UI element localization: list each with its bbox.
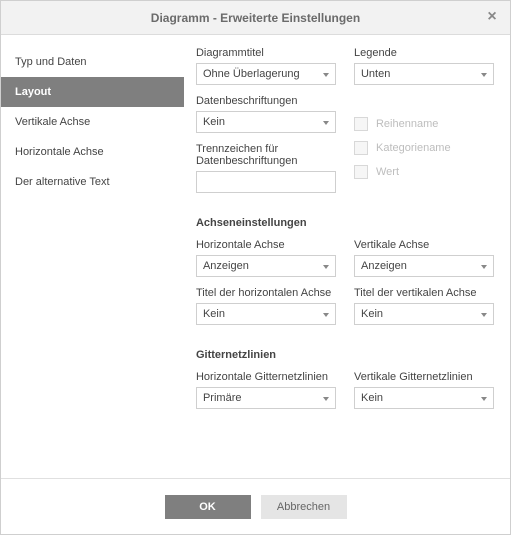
data-labels-value: Kein	[203, 116, 225, 128]
cancel-button[interactable]: Abbrechen	[261, 495, 347, 519]
chart-title-value: Ohne Überlagerung	[203, 68, 300, 80]
checkbox-series-name-label: Reihenname	[376, 118, 438, 130]
h-axis-title-value: Kein	[203, 308, 225, 320]
v-grid-label: Vertikale Gitternetzlinien	[354, 371, 494, 383]
checkbox-value: Wert	[354, 165, 494, 179]
v-axis-title-value: Kein	[361, 308, 383, 320]
separator-input[interactable]	[196, 171, 336, 193]
h-grid-value: Primäre	[203, 392, 242, 404]
sidebar-item-type-data[interactable]: Typ und Daten	[1, 47, 184, 77]
checkbox-icon	[354, 117, 368, 131]
axis-section-title: Achseneinstellungen	[196, 217, 494, 229]
ok-button[interactable]: OK	[165, 495, 251, 519]
h-axis-value: Anzeigen	[203, 260, 249, 272]
legend-label: Legende	[354, 47, 494, 59]
data-labels-select[interactable]: Kein	[196, 111, 336, 133]
dialog-title: Diagramm - Erweiterte Einstellungen	[151, 11, 360, 25]
close-icon[interactable]: ×	[482, 7, 502, 27]
legend-select[interactable]: Unten	[354, 63, 494, 85]
dialog-body: Typ und Daten Layout Vertikale Achse Hor…	[1, 35, 510, 478]
sidebar-item-vertical-axis[interactable]: Vertikale Achse	[1, 107, 184, 137]
sidebar-item-layout[interactable]: Layout	[1, 77, 184, 107]
checkbox-value-label: Wert	[376, 166, 399, 178]
sidebar-item-alt-text[interactable]: Der alternative Text	[1, 167, 184, 197]
data-labels-label: Datenbeschriftungen	[196, 95, 336, 107]
v-axis-value: Anzeigen	[361, 260, 407, 272]
h-axis-select[interactable]: Anzeigen	[196, 255, 336, 277]
v-axis-label: Vertikale Achse	[354, 239, 494, 251]
content-panel: Diagrammtitel Ohne Überlagerung Legende …	[184, 35, 510, 478]
checkbox-category-name-label: Kategoriename	[376, 142, 451, 154]
h-axis-title-label: Titel der horizontalen Achse	[196, 287, 336, 299]
separator-label: Trennzeichen für Datenbeschriftungen	[196, 143, 336, 167]
checkbox-icon	[354, 165, 368, 179]
v-grid-value: Kein	[361, 392, 383, 404]
sidebar-item-horizontal-axis[interactable]: Horizontale Achse	[1, 137, 184, 167]
v-grid-select[interactable]: Kein	[354, 387, 494, 409]
dialog-chart-advanced-settings: Diagramm - Erweiterte Einstellungen × Ty…	[0, 0, 511, 535]
h-axis-label: Horizontale Achse	[196, 239, 336, 251]
v-axis-title-label: Titel der vertikalen Achse	[354, 287, 494, 299]
footer: OK Abbrechen	[1, 478, 510, 534]
checkbox-series-name: Reihenname	[354, 117, 494, 131]
h-axis-title-select[interactable]: Kein	[196, 303, 336, 325]
checkbox-icon	[354, 141, 368, 155]
h-grid-label: Horizontale Gitternetzlinien	[196, 371, 336, 383]
grid-section-title: Gitternetzlinien	[196, 349, 494, 361]
v-axis-title-select[interactable]: Kein	[354, 303, 494, 325]
sidebar: Typ und Daten Layout Vertikale Achse Hor…	[1, 35, 184, 478]
h-grid-select[interactable]: Primäre	[196, 387, 336, 409]
titlebar: Diagramm - Erweiterte Einstellungen ×	[1, 1, 510, 35]
checkbox-category-name: Kategoriename	[354, 141, 494, 155]
chart-title-select[interactable]: Ohne Überlagerung	[196, 63, 336, 85]
legend-value: Unten	[361, 68, 390, 80]
v-axis-select[interactable]: Anzeigen	[354, 255, 494, 277]
chart-title-label: Diagrammtitel	[196, 47, 336, 59]
